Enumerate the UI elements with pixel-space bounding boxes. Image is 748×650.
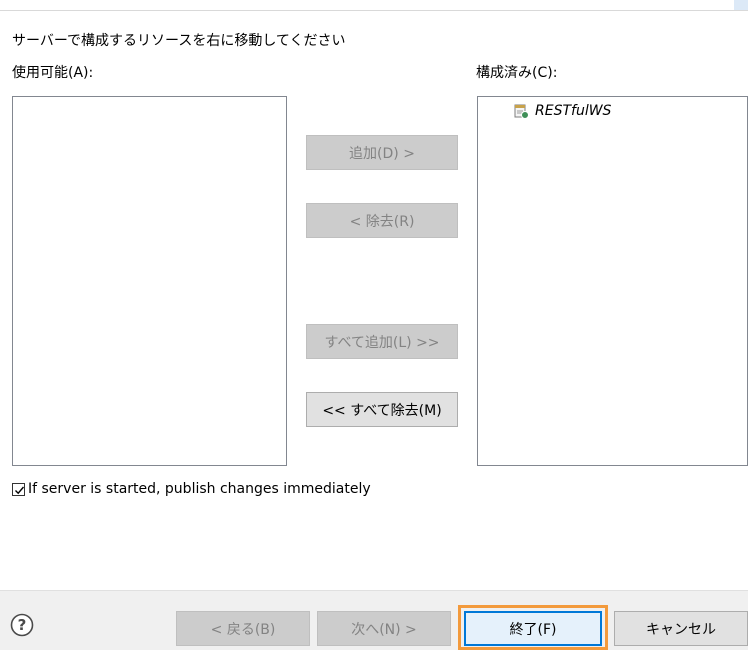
footer-separator: [0, 590, 748, 591]
available-list[interactable]: [12, 96, 287, 466]
configured-item-label: RESTfulWS: [535, 103, 612, 119]
title-accent: [734, 0, 748, 10]
remove-all-button[interactable]: << すべて除去(M): [306, 392, 458, 427]
instruction-text: サーバーで構成するリソースを右に移動してください: [12, 33, 346, 49]
help-icon[interactable]: ?: [10, 613, 34, 637]
svg-text:?: ?: [18, 616, 27, 634]
cancel-button[interactable]: キャンセル: [614, 611, 748, 646]
add-button[interactable]: 追加(D) >: [306, 135, 458, 170]
back-button[interactable]: < 戻る(B): [176, 611, 310, 646]
publish-checkbox-row[interactable]: If server is started, publish changes im…: [12, 481, 371, 497]
publish-checkbox[interactable]: [12, 482, 25, 496]
add-all-button[interactable]: すべて追加(L) >>: [306, 324, 458, 359]
configured-label: 構成済み(C):: [476, 65, 558, 81]
next-button[interactable]: 次へ(N) >: [317, 611, 451, 646]
header-separator: [0, 10, 748, 11]
available-label: 使用可能(A):: [12, 65, 94, 81]
remove-button[interactable]: < 除去(R): [306, 203, 458, 238]
list-item[interactable]: RESTfulWS: [513, 103, 611, 119]
configured-list[interactable]: RESTfulWS: [477, 96, 748, 466]
publish-checkbox-label: If server is started, publish changes im…: [28, 481, 371, 497]
web-project-icon: [513, 103, 529, 119]
checkmark-icon: [15, 486, 25, 494]
finish-button[interactable]: 終了(F): [464, 611, 602, 646]
